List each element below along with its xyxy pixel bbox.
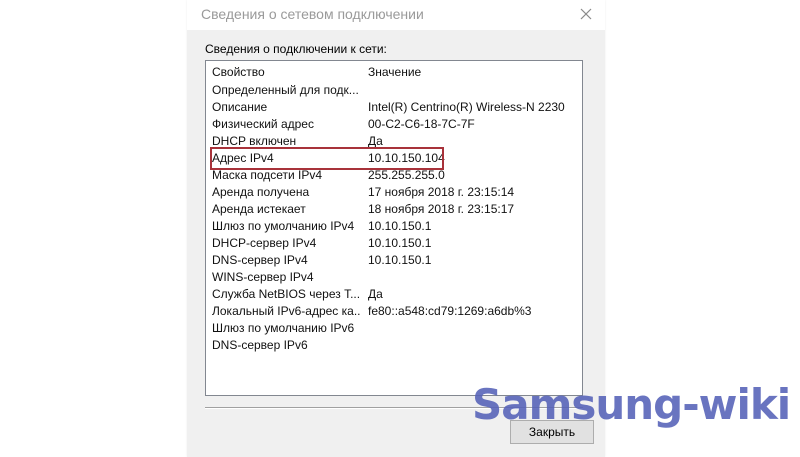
- list-item[interactable]: Шлюз по умолчанию IPv6: [206, 320, 582, 337]
- network-connection-details-dialog: Сведения о сетевом подключении Сведения …: [187, 0, 605, 457]
- list-item[interactable]: DHCP включен Да: [206, 133, 582, 150]
- value-cell: 10.10.150.1: [368, 236, 432, 250]
- property-cell: Локальный IPv6-адрес ка...: [212, 304, 360, 318]
- list-item[interactable]: Служба NetBIOS через Т... Да: [206, 286, 582, 303]
- property-cell: Шлюз по умолчанию IPv4: [212, 219, 355, 233]
- list-item[interactable]: DNS-сервер IPv4 10.10.150.1: [206, 252, 582, 269]
- screenshot-stage: Сведения о сетевом подключении Сведения …: [0, 0, 800, 457]
- list-item[interactable]: Локальный IPv6-адрес ка... fe80::a548:cd7…: [206, 303, 582, 320]
- property-cell: Описание: [212, 100, 268, 114]
- value-cell: Да: [368, 287, 383, 301]
- list-item[interactable]: Аренда получена 17 ноября 2018 г. 23:15:1…: [206, 184, 582, 201]
- property-cell: DNS-сервер IPv6: [212, 338, 308, 352]
- property-cell: Физический адрес: [212, 117, 314, 131]
- value-cell: Да: [368, 134, 383, 148]
- property-cell: Аренда истекает: [212, 202, 306, 216]
- value-cell: 10.10.150.1: [368, 253, 432, 267]
- value-cell: 00-C2-C6-18-7C-7F: [368, 117, 475, 131]
- property-cell: Определенный для подк...: [212, 83, 359, 97]
- value-cell: 18 ноября 2018 г. 23:15:17: [368, 202, 515, 216]
- close-button[interactable]: Закрыть: [510, 420, 594, 444]
- value-cell: Intel(R) Centrino(R) Wireless-N 2230: [368, 100, 565, 114]
- list-item[interactable]: Аренда истекает 18 ноября 2018 г. 23:15:1…: [206, 201, 582, 218]
- list-rows: Определенный для подк... Описание Intel(R)…: [206, 82, 582, 354]
- property-cell: WINS-сервер IPv4: [212, 270, 314, 284]
- property-cell: Маска подсети IPv4: [212, 168, 323, 182]
- property-cell: Аренда получена: [212, 185, 310, 199]
- separator-line: [205, 407, 583, 409]
- list-item[interactable]: DNS-сервер IPv6: [206, 337, 582, 354]
- column-header-property[interactable]: Свойство: [212, 65, 360, 79]
- title-close-button[interactable]: [573, 2, 599, 26]
- close-icon: [580, 8, 592, 20]
- section-label: Сведения о подключении к сети:: [205, 42, 387, 56]
- property-cell: Адрес IPv4: [212, 151, 274, 165]
- connection-details-list[interactable]: Свойство Значение Определенный для подк.…: [205, 60, 583, 396]
- list-item[interactable]: WINS-сервер IPv4: [206, 269, 582, 286]
- list-item[interactable]: Адрес IPv4 10.10.150.104: [206, 150, 582, 167]
- property-cell: DHCP-сервер IPv4: [212, 236, 317, 250]
- list-item[interactable]: Маска подсети IPv4 255.255.255.0: [206, 167, 582, 184]
- list-item[interactable]: DHCP-сервер IPv4 10.10.150.1: [206, 235, 582, 252]
- list-item[interactable]: Описание Intel(R) Centrino(R) Wireless-N …: [206, 99, 582, 116]
- property-cell: Шлюз по умолчанию IPv6: [212, 321, 355, 335]
- value-cell: 17 ноября 2018 г. 23:15:14: [368, 185, 515, 199]
- value-cell: fe80::a548:cd79:1269:a6db%3: [368, 304, 532, 318]
- value-cell: 10.10.150.1: [368, 219, 432, 233]
- list-item[interactable]: Шлюз по умолчанию IPv4 10.10.150.1: [206, 218, 582, 235]
- value-cell: 10.10.150.104: [368, 151, 445, 165]
- property-cell: DNS-сервер IPv4: [212, 253, 308, 267]
- column-header-value[interactable]: Значение: [368, 65, 578, 79]
- list-item[interactable]: Определенный для подк...: [206, 82, 582, 99]
- list-item[interactable]: Физический адрес 00-C2-C6-18-7C-7F: [206, 116, 582, 133]
- title-bar: Сведения о сетевом подключении: [187, 0, 605, 30]
- value-cell: 255.255.255.0: [368, 168, 445, 182]
- property-cell: DHCP включен: [212, 134, 297, 148]
- property-cell: Служба NetBIOS через Т...: [212, 287, 360, 301]
- list-header: Свойство Значение: [206, 64, 582, 82]
- window-title: Сведения о сетевом подключении: [201, 6, 424, 22]
